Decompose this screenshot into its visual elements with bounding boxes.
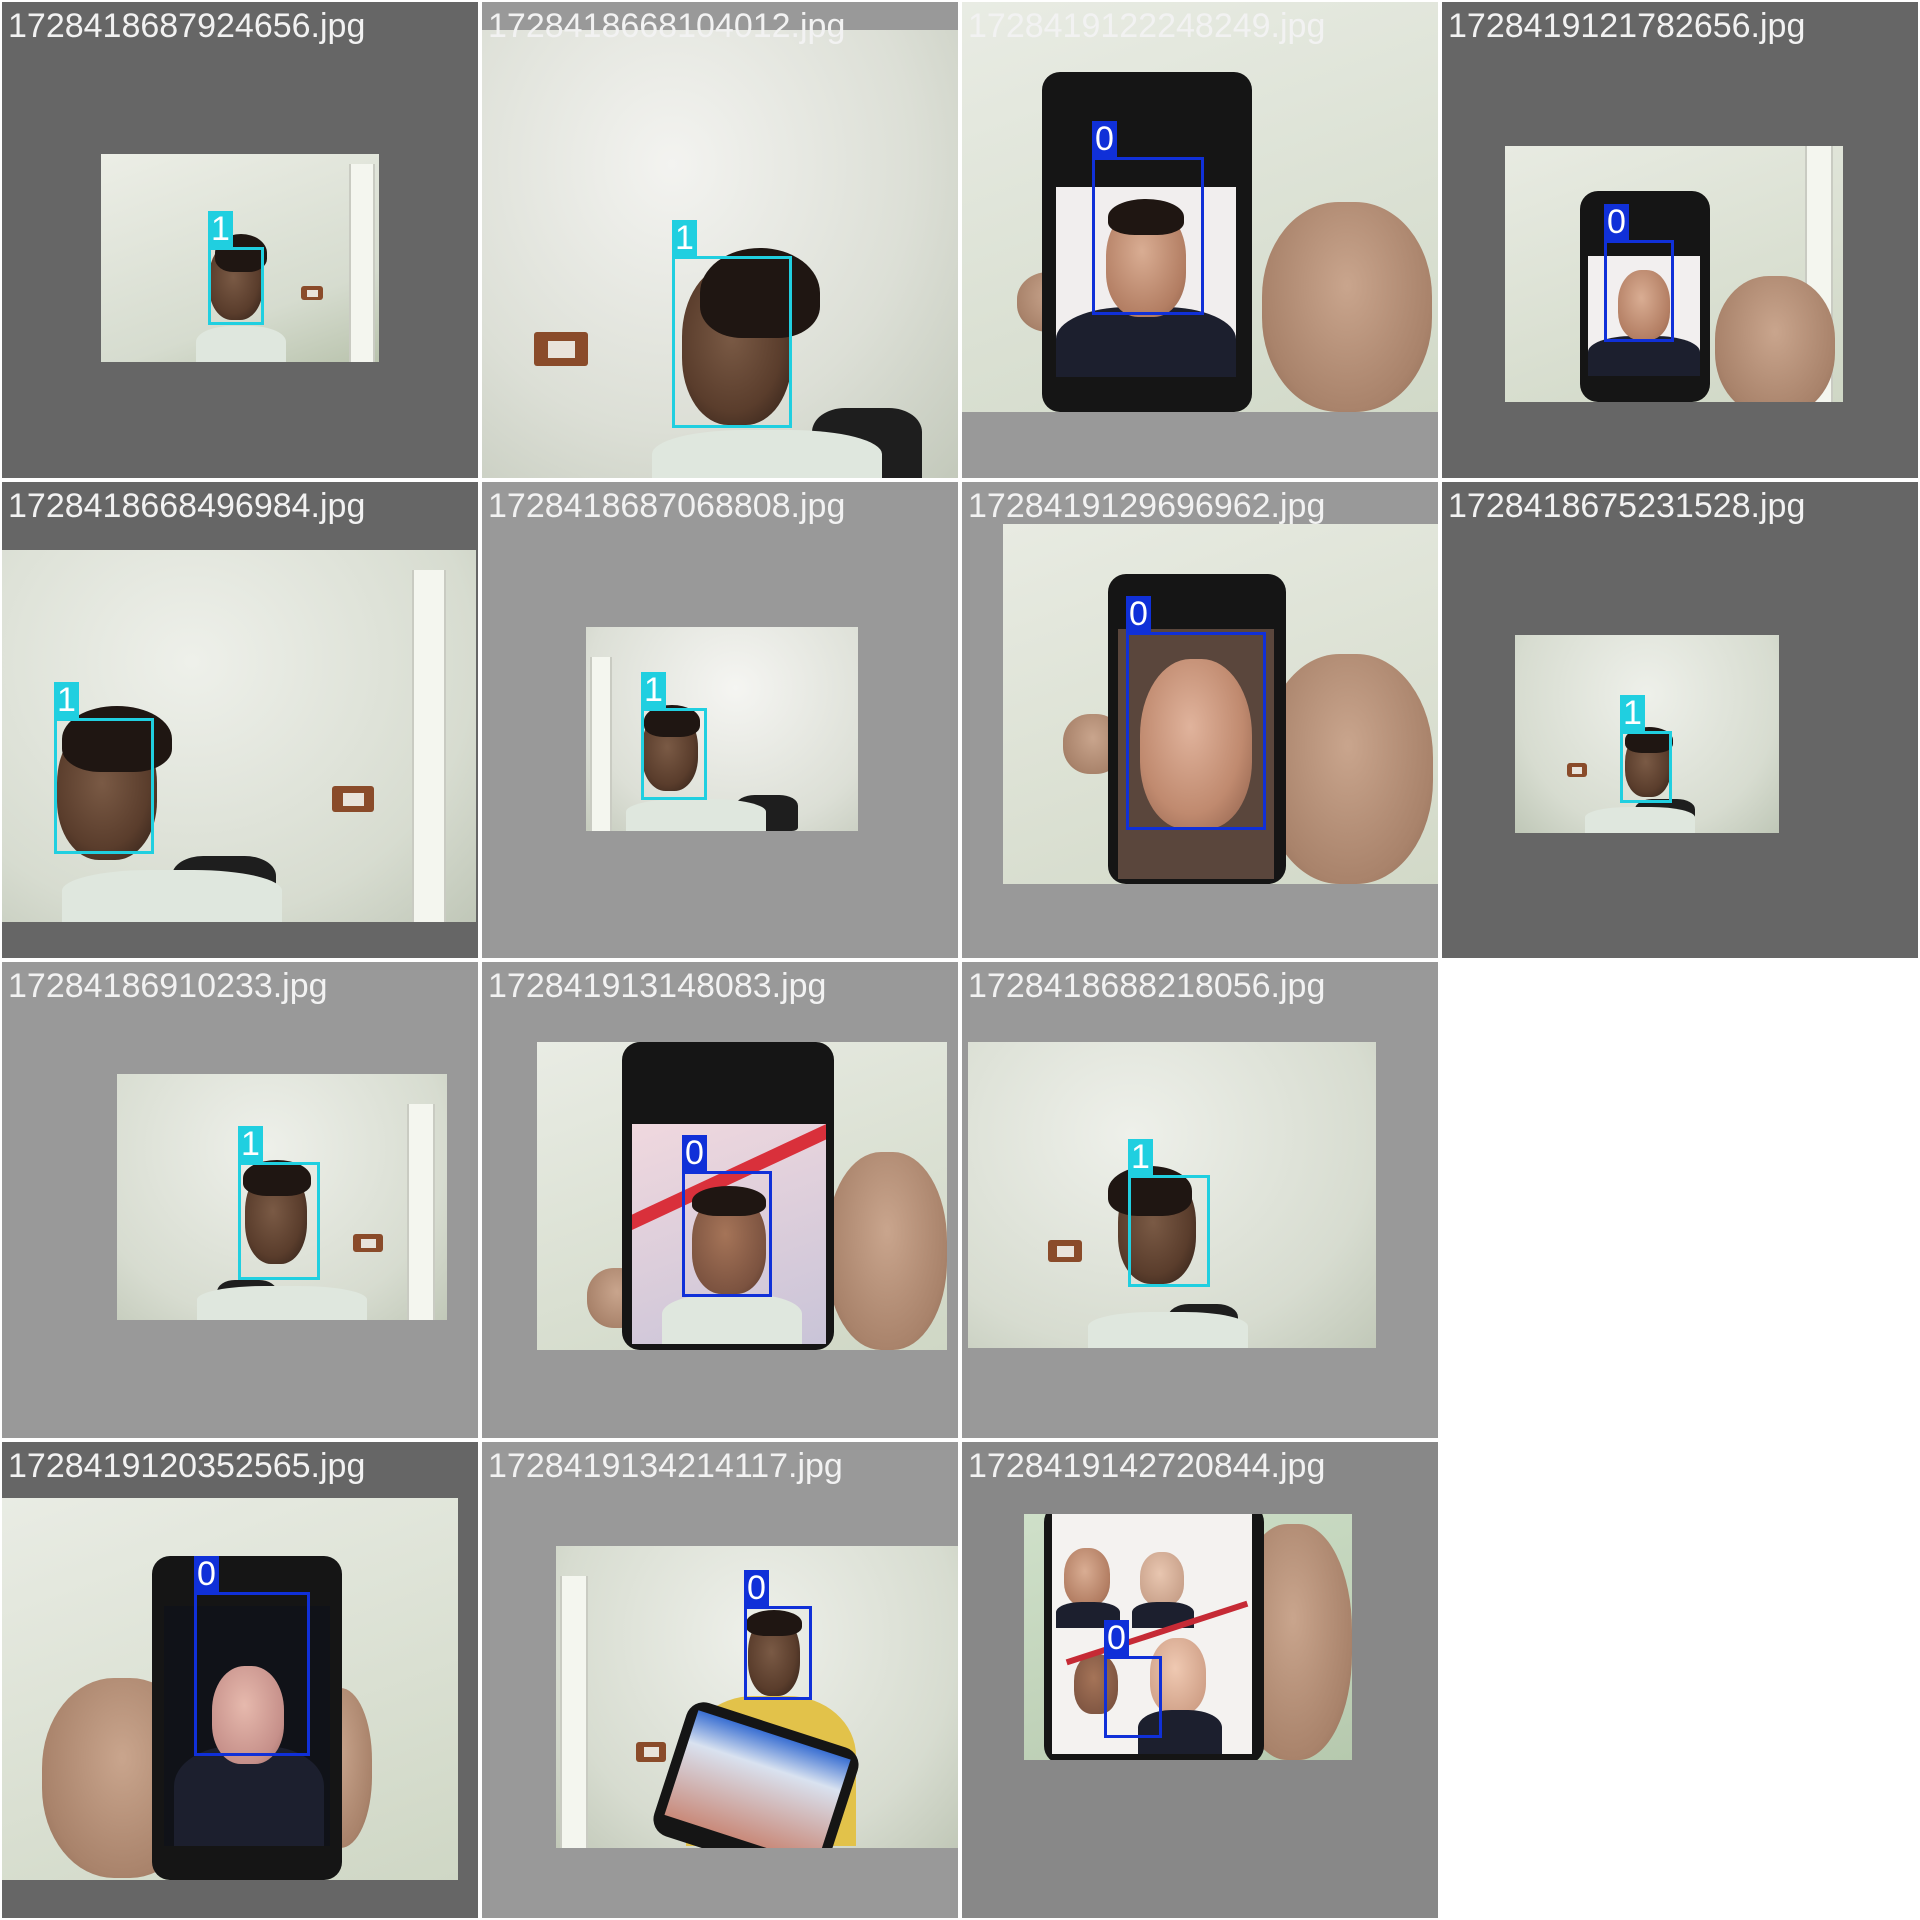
bbox-label: 0 <box>1604 204 1629 240</box>
image-tile[interactable]: 1728419129696962.jpg 0 <box>962 482 1438 958</box>
bbox-label: 1 <box>672 220 697 256</box>
bbox-class-1 <box>641 708 707 800</box>
bbox-label: 1 <box>54 682 79 718</box>
image-tile[interactable]: 1728418688218056.jpg 1 <box>962 962 1438 1438</box>
image-tile[interactable]: 1728418668496984.jpg 1 <box>2 482 478 958</box>
image-tile[interactable]: 1728418668104012.jpg 1 <box>482 2 958 478</box>
bbox-label: 1 <box>238 1126 263 1162</box>
bbox-class-0 <box>1126 632 1266 830</box>
tile-filename: 1728419120352565.jpg <box>8 1447 366 1485</box>
image-tile[interactable]: 172841913148083.jpg 0 <box>482 962 958 1438</box>
tile-filename: 1728418688218056.jpg <box>968 967 1326 1005</box>
bbox-class-1 <box>1128 1175 1210 1287</box>
image-tile[interactable]: 1728418687068808.jpg 1 <box>482 482 958 958</box>
bbox-class-1 <box>208 247 264 325</box>
detection-grid: 1728418687924656.jpg 1 1728418668104012.… <box>0 0 1920 1920</box>
bbox-class-0 <box>194 1592 310 1756</box>
photo <box>1505 146 1843 402</box>
image-tile[interactable]: 1728419142720844.jpg 0 <box>962 1442 1438 1918</box>
image-tile[interactable]: 1728418687924656.jpg 1 <box>2 2 478 478</box>
image-tile[interactable]: 1728418675231528.jpg 1 <box>1442 482 1918 958</box>
tile-filename: 172841913148083.jpg <box>488 967 827 1005</box>
bbox-class-0 <box>1092 157 1204 315</box>
image-tile[interactable]: 1728419122248249.jpg 0 <box>962 2 1438 478</box>
tile-filename: 1728419142720844.jpg <box>968 1447 1326 1485</box>
bbox-label: 0 <box>1104 1620 1129 1656</box>
photo <box>1024 1514 1352 1760</box>
bbox-label: 1 <box>1620 695 1645 731</box>
photo <box>586 627 858 831</box>
bbox-label: 1 <box>641 672 666 708</box>
bbox-class-0 <box>1104 1656 1162 1738</box>
tile-filename: 1728418675231528.jpg <box>1448 487 1806 525</box>
tile-filename: 1728418668496984.jpg <box>8 487 366 525</box>
bbox-class-0 <box>744 1606 812 1700</box>
bbox-class-0 <box>1604 240 1674 342</box>
tile-filename: 1728419129696962.jpg <box>968 487 1326 525</box>
bbox-label: 0 <box>1092 121 1117 157</box>
tile-filename: 1728418668104012.jpg <box>488 7 846 45</box>
bbox-class-1 <box>672 256 792 428</box>
bbox-label: 0 <box>682 1135 707 1171</box>
tile-filename: 1728419122248249.jpg <box>968 7 1326 45</box>
tile-filename: 1728419121782656.jpg <box>1448 7 1806 45</box>
tile-filename: 1728418687924656.jpg <box>8 7 366 45</box>
bbox-label: 1 <box>208 211 233 247</box>
image-tile[interactable]: 1728419134214117.jpg 0 <box>482 1442 958 1918</box>
image-tile[interactable]: 1728419121782656.jpg 0 <box>1442 2 1918 478</box>
bbox-class-1 <box>54 718 154 854</box>
bbox-class-1 <box>238 1162 320 1280</box>
bbox-class-1 <box>1620 731 1672 803</box>
tile-filename: 1728418687068808.jpg <box>488 487 846 525</box>
image-tile[interactable]: 1728419120352565.jpg 0 <box>2 1442 478 1918</box>
tile-filename: 17284186910233.jpg <box>8 967 328 1005</box>
bbox-label: 0 <box>194 1556 219 1592</box>
image-tile[interactable]: 17284186910233.jpg 1 <box>2 962 478 1438</box>
bbox-class-0 <box>682 1171 772 1297</box>
bbox-label: 0 <box>744 1570 769 1606</box>
bbox-label: 0 <box>1126 596 1151 632</box>
bbox-label: 1 <box>1128 1139 1153 1175</box>
tile-filename: 1728419134214117.jpg <box>488 1447 843 1485</box>
